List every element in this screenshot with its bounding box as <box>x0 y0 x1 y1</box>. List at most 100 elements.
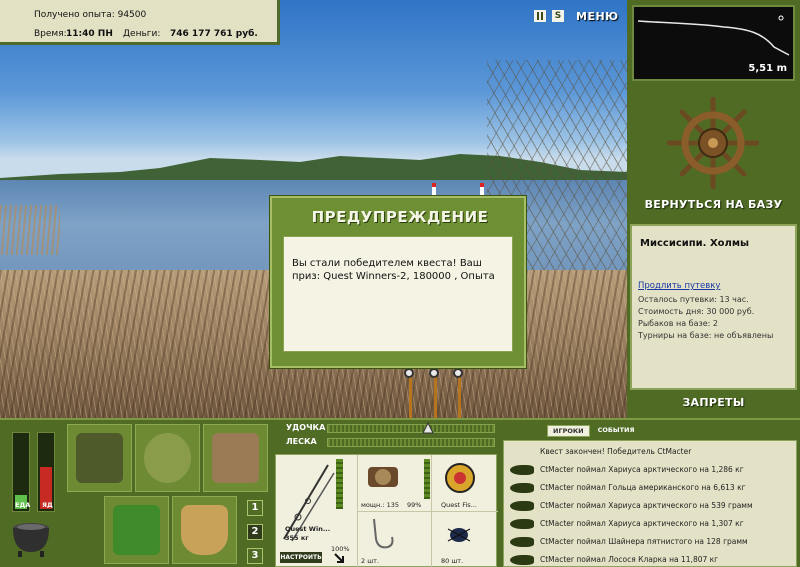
permit-remaining: Осталось путевки: 13 час. <box>638 295 749 304</box>
log-entry: CtMacter поймал Хариуса арктического на … <box>504 461 796 479</box>
time-label: Время: <box>34 29 67 39</box>
log-entry-text: CtMacter поймал Хариуса арктического на … <box>540 465 744 474</box>
log-tabs: ИГРОКИ СОБЫТИЯ <box>547 425 640 437</box>
inventory-page-1[interactable]: 1 <box>247 500 263 516</box>
beetle-bait-icon[interactable] <box>442 519 476 549</box>
experience-text: Получено опыта: 94500 <box>34 10 147 20</box>
hook-count: 2 шт. <box>361 557 380 565</box>
pause-icon[interactable] <box>534 10 546 22</box>
inventory-slot-bucket[interactable] <box>172 496 237 564</box>
inventory-slot-backpack[interactable] <box>67 424 132 492</box>
tackle-details: 100% Quest Win... 355 кг НАСТРОИТЬ мощн.… <box>275 454 498 567</box>
inventory-page-2[interactable]: 2 <box>247 524 263 540</box>
rod-stand[interactable] <box>458 372 461 418</box>
buoy-marker <box>432 183 436 195</box>
reel-condition-bar <box>424 459 430 499</box>
bite-indicator-icon[interactable] <box>453 368 463 378</box>
depth-value: 5,51 m <box>748 63 787 74</box>
day-cost: Стоимость дня: 30 000 руб. <box>638 307 755 316</box>
inventory-slot-bag[interactable] <box>135 424 200 492</box>
line-tension-bar <box>327 438 495 447</box>
quest-finished-message: Квест закончен! Победитель CtMacter <box>540 447 692 456</box>
menu-button[interactable]: МЕНЮ <box>576 10 619 23</box>
reel-icon[interactable] <box>366 461 402 493</box>
tackle-panel: УДОЧКА ЛЕСКА 100% Quest Win... 355 кг НА… <box>275 420 498 567</box>
time-value: 11:40 ПН <box>66 29 113 39</box>
ship-wheel-icon[interactable] <box>667 97 759 189</box>
log-entry-text: CtMacter поймал Хариуса арктического на … <box>540 519 744 528</box>
tournaments-status: Турниры на базе: не объявлены <box>638 331 774 340</box>
log-entry: CtMacter поймал Хариуса арктического на … <box>504 497 796 515</box>
log-entry: CtMacter поймал Гольца американского на … <box>504 479 796 497</box>
vegetable-basket-icon <box>113 505 160 555</box>
log-entry: CtMacter поймал Лосося Кларка на 11,807 … <box>504 551 796 567</box>
line-name: Quest Fis... <box>441 501 477 509</box>
poison-meter <box>37 432 55 512</box>
bucket-icon <box>181 505 228 555</box>
arrow-down-right-icon <box>334 553 344 563</box>
log-entry-text: CtMacter поймал Гольца американского на … <box>540 483 746 492</box>
cooking-pot-icon[interactable] <box>8 518 54 558</box>
backpack-icon <box>76 433 123 483</box>
inventory-slot-tools[interactable] <box>203 424 268 492</box>
rod-weight: 355 кг <box>285 534 309 542</box>
hook-icon[interactable] <box>368 517 398 553</box>
location-panel: Миссисипи. Холмы Продлить путевку Остало… <box>630 224 797 390</box>
tab-players[interactable]: ИГРОКИ <box>547 425 590 437</box>
log-entry: CtMacter поймал Шайнера пятнистого на 12… <box>504 533 796 551</box>
rod-stand[interactable] <box>434 372 437 418</box>
tab-events[interactable]: СОБЫТИЯ <box>593 425 640 437</box>
tension-marker-icon <box>422 422 434 434</box>
rod-stand[interactable] <box>409 372 412 418</box>
bait-count: 80 шт. <box>441 557 464 565</box>
buoy-marker <box>480 183 484 195</box>
extend-permit-link[interactable]: Продлить путевку <box>638 281 720 291</box>
warning-dialog[interactable]: ПРЕДУПРЕЖДЕНИЕ Вы стали победителем квес… <box>270 196 526 368</box>
sack-icon <box>144 433 191 483</box>
log-entry-text: CtMacter поймал Лосося Кларка на 11,807 … <box>540 555 719 564</box>
settings-button[interactable]: S <box>552 10 564 22</box>
bans-button[interactable]: ЗАПРЕТЫ <box>627 396 800 409</box>
money-label: Деньги: <box>123 29 161 39</box>
fish-icon <box>510 465 534 475</box>
poison-label: ЯД <box>42 501 53 509</box>
right-panel: 5,51 m ВЕРНУТЬСЯ НА БАЗУ Миссисипи. Холм… <box>627 0 800 418</box>
anglers-count: Рыбаков на базе: 2 <box>638 319 718 328</box>
dialog-message: Вы стали победителем квеста! Ваш приз: Q… <box>283 236 513 352</box>
rod-tension-bar <box>327 424 495 433</box>
reel-power: мощн.: 135 <box>361 501 399 509</box>
fish-icon <box>510 555 534 565</box>
log-entry-text: CtMacter поймал Шайнера пятнистого на 12… <box>540 537 748 546</box>
fish-icon <box>510 501 534 511</box>
divider <box>357 511 498 512</box>
tool-icon <box>212 433 259 483</box>
fishing-line-spool-icon[interactable] <box>443 461 477 495</box>
dialog-title: ПРЕДУПРЕЖДЕНИЕ <box>311 208 489 226</box>
log-panel: Квест закончен! Победитель CtMacter CtMa… <box>503 440 797 567</box>
food-meter <box>12 432 30 512</box>
rod-tension-label: УДОЧКА <box>286 423 326 432</box>
line-tension-label: ЛЕСКА <box>286 437 317 446</box>
fish-icon <box>510 483 534 493</box>
player-info-panel: Получено опыта: 94500 Время: 11:40 ПН Де… <box>0 0 280 45</box>
rod-name: Quest Win... <box>285 525 331 533</box>
money-value: 746 177 761 руб. <box>170 29 258 39</box>
inventory-page-3[interactable]: 3 <box>247 548 263 564</box>
rod-condition-bar <box>336 459 343 509</box>
reeds <box>0 205 60 255</box>
food-label: ЕДА <box>15 501 31 509</box>
bite-indicator-icon[interactable] <box>429 368 439 378</box>
events-log: ИГРОКИ СОБЫТИЯ Квест закончен! Победител… <box>500 420 800 567</box>
location-name: Миссисипи. Холмы <box>640 238 750 249</box>
fish-icon <box>510 519 534 529</box>
bite-indicator-icon[interactable] <box>404 368 414 378</box>
inventory-slot-food-basket[interactable] <box>104 496 169 564</box>
adjust-tackle-button[interactable]: НАСТРОИТЬ <box>280 552 322 563</box>
game-window: Получено опыта: 94500 Время: 11:40 ПН Де… <box>0 0 800 567</box>
log-entry-text: CtMacter поймал Хариуса арктического на … <box>540 501 753 510</box>
reel-percent: 99% <box>407 501 422 509</box>
top-controls: S МЕНЮ <box>534 9 619 23</box>
fish-icon <box>510 537 534 547</box>
return-to-base-button[interactable]: ВЕРНУТЬСЯ НА БАЗУ <box>627 198 800 211</box>
depth-map[interactable]: 5,51 m <box>632 5 795 81</box>
